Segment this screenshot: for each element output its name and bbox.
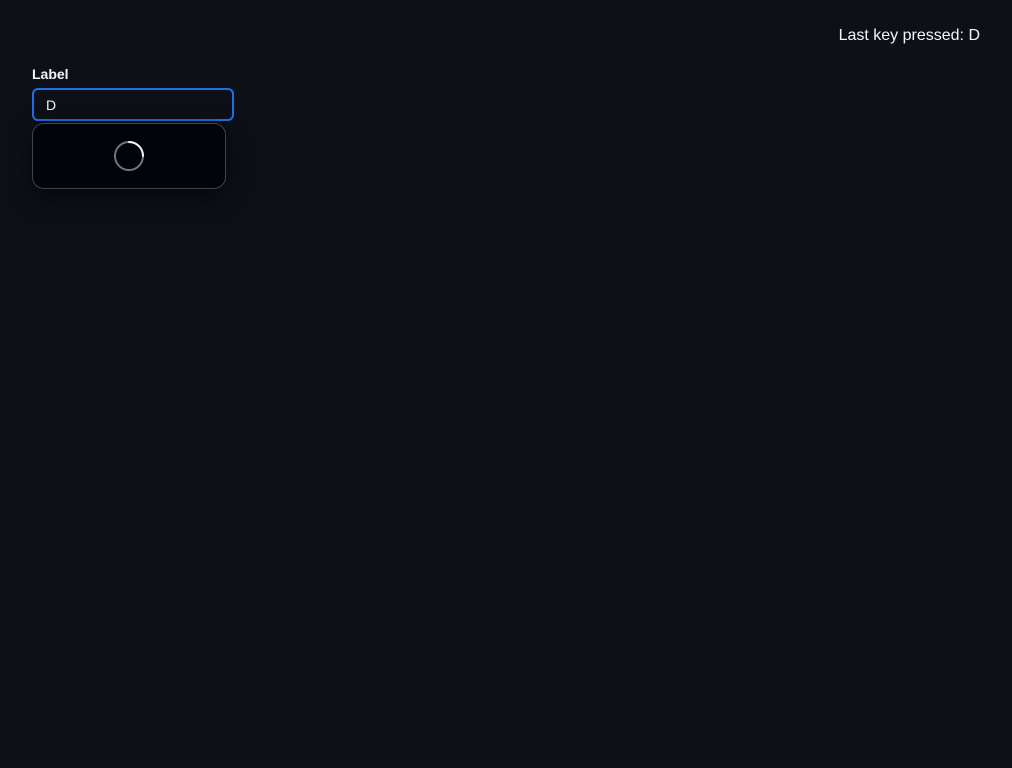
autocomplete-input[interactable] [32,88,234,121]
spinner-icon [114,141,144,171]
autocomplete-field: Label [32,66,234,121]
last-key-pressed-status: Last key pressed: D [838,27,980,44]
field-label: Label [32,66,69,82]
page: Last key pressed: D Label [0,0,1012,768]
autocomplete-dropdown [32,123,226,189]
